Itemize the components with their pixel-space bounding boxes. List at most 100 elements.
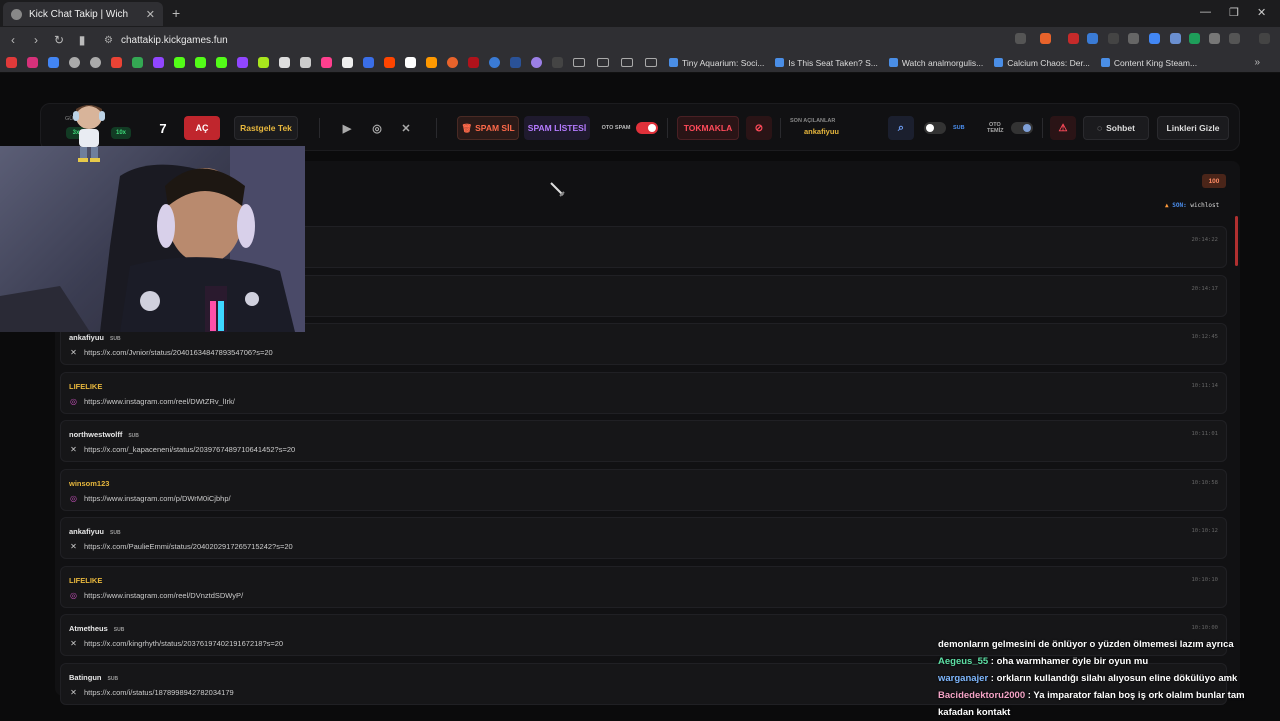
card-username[interactable]: Atmetheus SUB (69, 624, 124, 633)
hide-links-button[interactable]: Linkleri Gizle (1157, 116, 1229, 140)
x-icon[interactable] (342, 57, 353, 68)
amazon-icon[interactable] (426, 57, 437, 68)
card-username[interactable]: winsom123 (69, 479, 109, 488)
folder-icon[interactable] (573, 58, 585, 67)
card-username[interactable]: LIFELIKE (69, 576, 102, 585)
bookmark-link[interactable]: Tiny Aquarium: Soci... (669, 58, 764, 68)
bookmark-icon[interactable] (510, 57, 521, 68)
globe-icon[interactable] (90, 57, 101, 68)
folder-icon[interactable] (645, 58, 657, 67)
folder-icon[interactable] (621, 58, 633, 67)
search-icon[interactable]: ⌕ (888, 116, 914, 140)
extension-icon[interactable] (1128, 33, 1139, 44)
card-link[interactable]: ◎ https://www.instagram.com/p/DWrM0iCjbhp… (69, 494, 231, 503)
kick-icon[interactable] (195, 57, 206, 68)
new-tab-button[interactable]: + (172, 5, 180, 21)
card-username[interactable]: ankafiyuu SUB (69, 527, 121, 536)
extension-icon[interactable] (1087, 33, 1098, 44)
bookmark-icon[interactable] (6, 57, 17, 68)
tab-close-icon[interactable]: ✕ (146, 8, 155, 21)
extension-icon[interactable] (1108, 33, 1119, 44)
browser-tab[interactable]: Kick Chat Takip | Wich ✕ (3, 2, 163, 26)
twitch-icon[interactable] (237, 57, 248, 68)
bookmark-icon[interactable] (405, 57, 416, 68)
share-icon[interactable] (1015, 33, 1026, 44)
last-opened-user[interactable]: ankafiyuu (804, 127, 839, 136)
spam-delete-button[interactable]: 🗑 SPAM SİL (457, 116, 519, 140)
random-button[interactable]: Rastgele Tek (234, 116, 298, 140)
link-card[interactable]: LIFELIKE ◎ https://www.instagram.com/reel/… (60, 372, 1227, 414)
sub-toggle[interactable] (924, 122, 946, 134)
card-link[interactable]: ✕ https://x.com/Jvnior/status/20401634847… (69, 348, 273, 357)
scrollbar[interactable] (1235, 216, 1238, 266)
menu-icon[interactable] (1259, 33, 1270, 44)
bookmark-icon[interactable] (447, 57, 458, 68)
extension-icon[interactable] (1189, 33, 1200, 44)
card-link[interactable]: ◎ https://www.instagram.com/reel/DVnztdSD… (69, 591, 243, 600)
card-link[interactable]: ✕ https://x.com/i/status/1878998942782034… (69, 688, 234, 697)
bookmark-link[interactable]: Watch analmorgulis... (888, 58, 983, 68)
sidebar-icon[interactable] (1229, 33, 1240, 44)
minimize-icon[interactable]: — (1200, 6, 1211, 18)
bookmark-icon[interactable] (48, 57, 59, 68)
extension-icon[interactable] (1068, 33, 1079, 44)
bookmark-link[interactable]: Calcium Chaos: Der... (994, 58, 1090, 68)
tokmakla-button[interactable]: TOKMAKLA (677, 116, 739, 140)
reload-icon[interactable]: ↻ (49, 33, 69, 47)
more-bookmarks-icon[interactable]: » (1254, 57, 1260, 68)
bookmark-icon[interactable] (552, 57, 563, 68)
bookmark-icon[interactable] (489, 57, 500, 68)
forward-icon[interactable]: › (26, 33, 46, 47)
url-field[interactable]: ⚙ chattakip.kickgames.fun (104, 35, 228, 46)
globe-icon[interactable] (69, 57, 80, 68)
brave-shield-icon[interactable] (1040, 33, 1051, 44)
bookmark-link[interactable]: Is This Seat Taken? S... (775, 58, 878, 68)
link-card[interactable]: ankafiyuu SUB ✕ https://x.com/PaulieEmmi/st… (60, 517, 1227, 559)
bookmark-icon[interactable]: ▮ (72, 33, 92, 47)
card-link[interactable]: ✕ https://x.com/_kapaceneni/status/203976… (69, 445, 295, 454)
multiplier-10x[interactable]: 10x (111, 127, 131, 139)
card-username[interactable]: Batingun SUB (69, 673, 118, 682)
bookmark-icon[interactable] (363, 57, 374, 68)
back-icon[interactable]: ‹ (3, 33, 23, 47)
card-link[interactable]: ✕ https://x.com/PaulieEmmi/status/2040202… (69, 542, 293, 551)
window-close-icon[interactable]: ✕ (1257, 6, 1266, 19)
bookmark-link[interactable]: Content King Steam... (1100, 58, 1197, 68)
link-card[interactable]: northwestwolff SUB ✕ https://x.com/_kapacen… (60, 420, 1227, 462)
x-icon[interactable]: ✕ (396, 116, 416, 140)
bookmark-icon[interactable] (300, 57, 311, 68)
link-card[interactable]: LIFELIKE ◎ https://www.instagram.com/reel/… (60, 566, 1227, 608)
bookmark-icon[interactable] (279, 57, 290, 68)
twitch-icon[interactable] (153, 57, 164, 68)
kick-icon[interactable] (174, 57, 185, 68)
card-link[interactable]: ◎ https://www.instagram.com/reel/DWtZRv_l… (69, 397, 235, 406)
auto-spam-toggle[interactable] (636, 122, 658, 134)
youtube-icon[interactable]: ▶ (337, 116, 357, 140)
card-username[interactable]: northwestwolff SUB (69, 430, 139, 439)
extension-icon[interactable] (1149, 33, 1160, 44)
ban-icon[interactable]: ⊘ (746, 116, 772, 140)
card-link[interactable]: ✕ https://x.com/kingrhyth/status/20376197… (69, 639, 283, 648)
chat-button[interactable]: ◌ Sohbet (1083, 116, 1149, 140)
card-username[interactable]: LIFELIKE (69, 382, 102, 391)
bookmark-icon[interactable] (468, 57, 479, 68)
site-settings-icon[interactable]: ⚙ (104, 35, 113, 46)
warning-icon[interactable]: ⚠ (1050, 116, 1076, 140)
spam-list-button[interactable]: SPAM LİSTESİ (524, 116, 590, 140)
reddit-icon[interactable] (384, 57, 395, 68)
drive-icon[interactable] (132, 57, 143, 68)
bookmark-icon[interactable] (27, 57, 38, 68)
kick-icon[interactable] (216, 57, 227, 68)
gmail-icon[interactable] (111, 57, 122, 68)
link-card[interactable]: winsom123 ◎ https://www.instagram.com/p/DW… (60, 469, 1227, 511)
auto-clean-toggle[interactable] (1011, 122, 1033, 134)
bookmark-icon[interactable] (321, 57, 332, 68)
instagram-icon[interactable]: ◎ (367, 116, 387, 140)
maximize-icon[interactable]: ❐ (1229, 6, 1239, 19)
card-username[interactable]: ankafiyuu SUB (69, 333, 121, 342)
folder-icon[interactable] (597, 58, 609, 67)
bookmark-icon[interactable] (258, 57, 269, 68)
bookmark-icon[interactable] (531, 57, 542, 68)
extensions-puzzle-icon[interactable] (1209, 33, 1220, 44)
extension-icon[interactable] (1170, 33, 1181, 44)
